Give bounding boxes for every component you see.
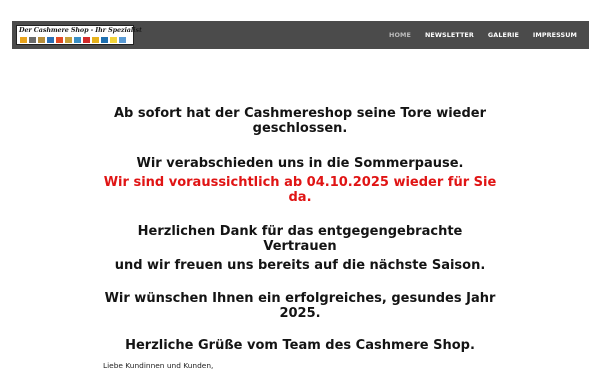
logo-swatch (20, 37, 27, 43)
logo-swatch (92, 37, 99, 43)
logo-swatch (101, 37, 108, 43)
logo-swatch (83, 37, 90, 43)
reopening-date-line: Wir sind voraussichtlich ab 04.10.2025 w… (103, 175, 497, 205)
site-logo[interactable]: Der Cashmere Shop - Ihr Spezialist (16, 25, 142, 45)
nav-newsletter-link[interactable]: NEWSLETTER (425, 31, 474, 39)
logo-swatch (56, 37, 63, 43)
announcement-line: Herzliche Grüße vom Team des Cashmere Sh… (125, 338, 475, 353)
announcement-line: geschlossen. (252, 121, 348, 136)
announcement-line: und wir freuen uns bereits auf die nächs… (114, 258, 486, 273)
announcement-line: Wir verabschieden uns in die Sommerpause… (136, 156, 464, 171)
announcement-line: Wir wünschen Ihnen ein erfolgreiches, ge… (104, 291, 496, 306)
header-bar: Der Cashmere Shop - Ihr Spezialist HOME … (12, 21, 589, 49)
logo-swatch (119, 37, 126, 43)
logo-swatch (110, 37, 117, 43)
logo-text: Der Cashmere Shop - Ihr Spezialist (19, 26, 142, 34)
logo-swatch (74, 37, 81, 43)
announcement-line: Ab sofort hat der Cashmereshop seine Tor… (113, 106, 487, 121)
logo-swatch (38, 37, 45, 43)
logo-swatch (47, 37, 54, 43)
announcement: Ab sofort hat der Cashmereshop seine Tor… (100, 106, 500, 353)
main-nav: HOME NEWSLETTER GALERIE IMPRESSUM (389, 21, 577, 49)
logo-color-swatches (20, 37, 126, 43)
nav-galerie-link[interactable]: GALERIE (488, 31, 519, 39)
announcement-line: Herzlichen Dank für das entgegengebracht… (137, 224, 463, 254)
nav-home-link[interactable]: HOME (389, 31, 411, 39)
logo-swatch (65, 37, 72, 43)
announcement-line: 2025. (279, 306, 321, 321)
logo-swatch (29, 37, 36, 43)
nav-impressum-link[interactable]: IMPRESSUM (533, 31, 577, 39)
letter-salutation: Liebe Kundinnen und Kunden, (103, 361, 214, 370)
